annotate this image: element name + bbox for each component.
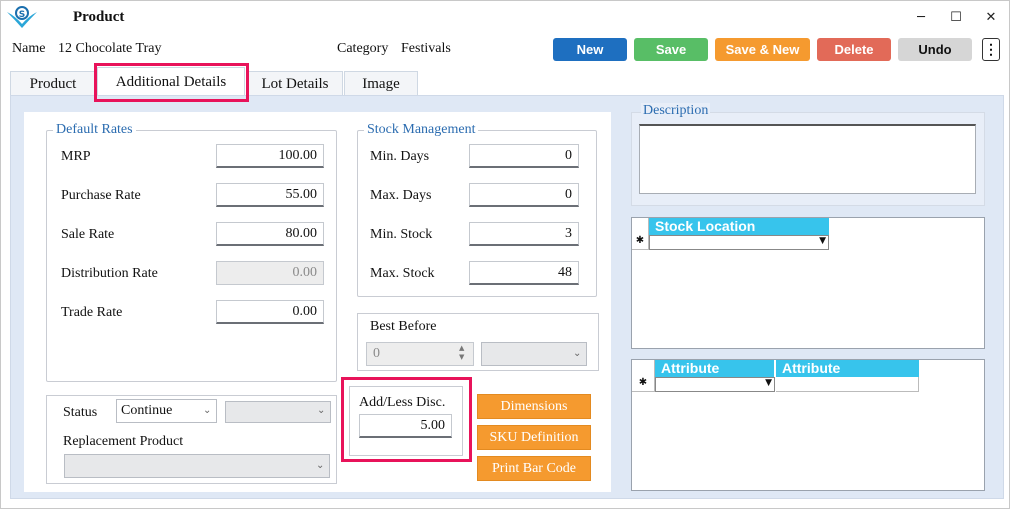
stepper-arrows-icon[interactable]: ▲ ▼ — [459, 344, 464, 362]
category-label: Category — [337, 41, 389, 56]
status-label: Status — [63, 405, 98, 420]
row-header-corner — [632, 218, 649, 235]
status-value: Continue — [121, 403, 173, 418]
tab-image[interactable]: Image — [344, 71, 418, 97]
new-button[interactable]: New — [553, 38, 627, 61]
sku-definition-button[interactable]: SKU Definition — [477, 425, 591, 450]
max-stock-input[interactable]: 48 — [469, 261, 579, 285]
tab-product[interactable]: Product — [10, 71, 96, 97]
dimensions-button[interactable]: Dimensions — [477, 394, 591, 419]
default-rates-legend: Default Rates — [56, 122, 133, 137]
svg-text:S: S — [19, 10, 25, 20]
highlight-discount — [341, 377, 472, 462]
min-stock-input[interactable]: 3 — [469, 222, 579, 246]
attribute-cell-select[interactable]: ▼ — [655, 377, 775, 392]
dropdown-arrow-icon: ▼ — [819, 236, 826, 246]
new-row-icon: ✱ — [632, 235, 649, 250]
category-value[interactable]: Festivals — [401, 41, 451, 57]
status-sub-select: ⌄ — [225, 401, 331, 423]
chevron-down-icon: ⌄ — [316, 460, 325, 471]
status-select[interactable]: Continue ⌄ — [116, 399, 217, 423]
sale-rate-label: Sale Rate — [61, 227, 115, 242]
maximize-button[interactable]: ☐ — [944, 7, 968, 27]
stock-location-cell-select[interactable]: ▼ — [649, 235, 829, 250]
chevron-down-icon: ⌄ — [203, 405, 212, 416]
replacement-product-select: ⌄ — [64, 454, 330, 478]
trade-rate-input[interactable]: 0.00 — [216, 300, 324, 324]
close-button[interactable]: ✕ — [979, 7, 1003, 27]
attribute-header-2: Attribute — [776, 360, 919, 377]
best-before-label: Best Before — [370, 319, 437, 334]
description-legend: Description — [641, 103, 711, 119]
name-label: Name — [12, 41, 46, 56]
highlight-additional-details — [94, 63, 249, 102]
print-bar-code-button[interactable]: Print Bar Code — [477, 456, 591, 481]
attr-new-row-icon: ✱ — [632, 377, 655, 392]
attribute-value-cell[interactable] — [776, 377, 919, 392]
purchase-rate-input[interactable]: 55.00 — [216, 183, 324, 207]
undo-button[interactable]: Undo — [898, 38, 972, 61]
trade-rate-label: Trade Rate — [61, 305, 123, 320]
window-title: Product — [73, 9, 125, 25]
distribution-rate-label: Distribution Rate — [61, 266, 158, 281]
dropdown-arrow-icon: ▼ — [765, 378, 772, 388]
stock-location-header: Stock Location — [649, 218, 829, 235]
chevron-down-icon: ⌄ — [317, 405, 326, 416]
purchase-rate-label: Purchase Rate — [61, 188, 141, 203]
stock-management-legend: Stock Management — [367, 122, 476, 137]
delete-button[interactable]: Delete — [817, 38, 891, 61]
best-before-value: 0 — [373, 346, 380, 361]
sale-rate-input[interactable]: 80.00 — [216, 222, 324, 246]
min-stock-label: Min. Stock — [370, 227, 433, 242]
max-days-label: Max. Days — [370, 188, 432, 203]
max-stock-label: Max. Stock — [370, 266, 435, 281]
mrp-input[interactable]: 100.00 — [216, 144, 324, 168]
app-logo-icon: S — [7, 6, 37, 28]
replacement-product-label: Replacement Product — [63, 434, 184, 449]
tab-lot-details[interactable]: Lot Details — [247, 71, 343, 97]
name-value[interactable]: 12 Chocolate Tray — [58, 41, 161, 57]
best-before-unit-select: ⌄ — [481, 342, 587, 366]
product-window: S Product ─ ☐ ✕ Name 12 Chocolate Tray C… — [0, 0, 1010, 509]
attr-row-header-corner — [632, 360, 655, 377]
save-button[interactable]: Save — [634, 38, 708, 61]
description-textarea[interactable] — [639, 124, 976, 194]
attribute-header-1: Attribute — [655, 360, 775, 377]
minimize-button[interactable]: ─ — [909, 7, 933, 27]
min-days-input[interactable]: 0 — [469, 144, 579, 168]
distribution-rate-input: 0.00 — [216, 261, 324, 285]
more-menu-icon[interactable]: ⋮ — [982, 38, 1000, 61]
mrp-label: MRP — [61, 149, 91, 164]
min-days-label: Min. Days — [370, 149, 430, 164]
chevron-down-icon: ⌄ — [573, 348, 582, 359]
save-and-new-button[interactable]: Save & New — [715, 38, 810, 61]
best-before-stepper[interactable]: 0 — [366, 342, 474, 366]
max-days-input[interactable]: 0 — [469, 183, 579, 207]
